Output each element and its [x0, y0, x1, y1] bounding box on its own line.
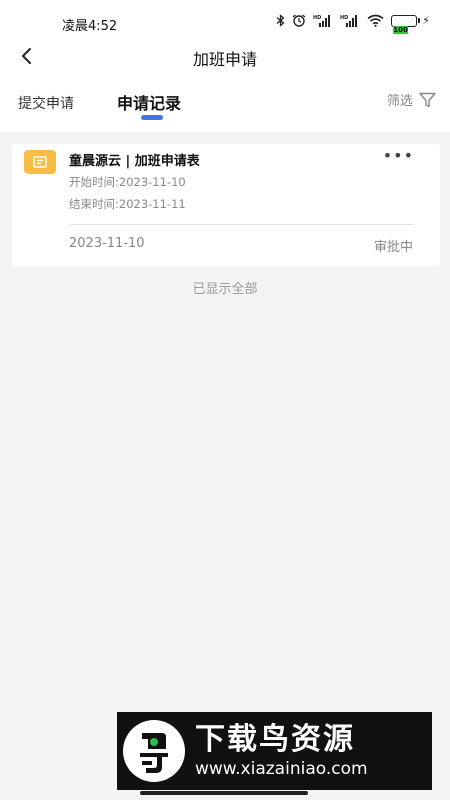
status-bar: 凌晨4:52 HD HD 100 ⚡ [0, 0, 450, 44]
card-divider [69, 224, 414, 225]
active-tab-indicator [141, 115, 163, 120]
filter-icon [419, 92, 436, 107]
battery-icon: 100 ⚡ [391, 14, 430, 34]
watermark-title: 下载鸟资源 [195, 722, 355, 757]
record-title: 童晨源云 | 加班申请表 [69, 154, 200, 169]
signal-hd-2-icon: HD [340, 14, 360, 27]
status-time: 凌晨4:52 [62, 19, 118, 34]
svg-text:HD: HD [313, 15, 321, 21]
watermark-url: www.xiazainiao.com [195, 759, 368, 779]
tab-submit-application[interactable]: 提交申请 [18, 93, 74, 113]
tab-bar: 提交申请 申请记录 筛选 [0, 68, 450, 132]
watermark-banner: 下载鸟资源 www.xiazainiao.com [117, 712, 432, 790]
home-indicator[interactable] [140, 791, 308, 795]
battery-level: 100 [393, 25, 408, 34]
record-start-time: 开始时间:2023-11-10 [69, 175, 186, 189]
record-status: 审批中 [373, 240, 413, 255]
more-options-icon[interactable]: ••• [383, 146, 414, 165]
filter-button[interactable]: 筛选 [387, 90, 436, 109]
tab-application-records[interactable]: 申请记录 [117, 90, 181, 114]
page-title: 加班申请 [192, 50, 257, 69]
alarm-icon [292, 14, 306, 27]
bluetooth-icon [276, 14, 285, 27]
charging-icon: ⚡ [422, 14, 430, 27]
document-icon [24, 150, 56, 174]
list-end-note: 已显示全部 [192, 282, 258, 297]
application-record-card[interactable]: 童晨源云 | 加班申请表 ••• 开始时间:2023-11-10 结束时间:20… [12, 144, 440, 266]
bird-logo-icon [123, 720, 185, 782]
record-date: 2023-11-10 [69, 236, 145, 251]
wifi-icon [367, 14, 384, 27]
svg-text:HD: HD [340, 15, 348, 21]
filter-label: 筛选 [386, 94, 413, 109]
signal-hd-1-icon: HD [313, 14, 333, 27]
record-end-time: 结束时间:2023-11-11 [69, 197, 186, 211]
status-icons: HD HD 100 ⚡ [276, 14, 430, 34]
nav-bar: 加班申请 [0, 44, 450, 69]
